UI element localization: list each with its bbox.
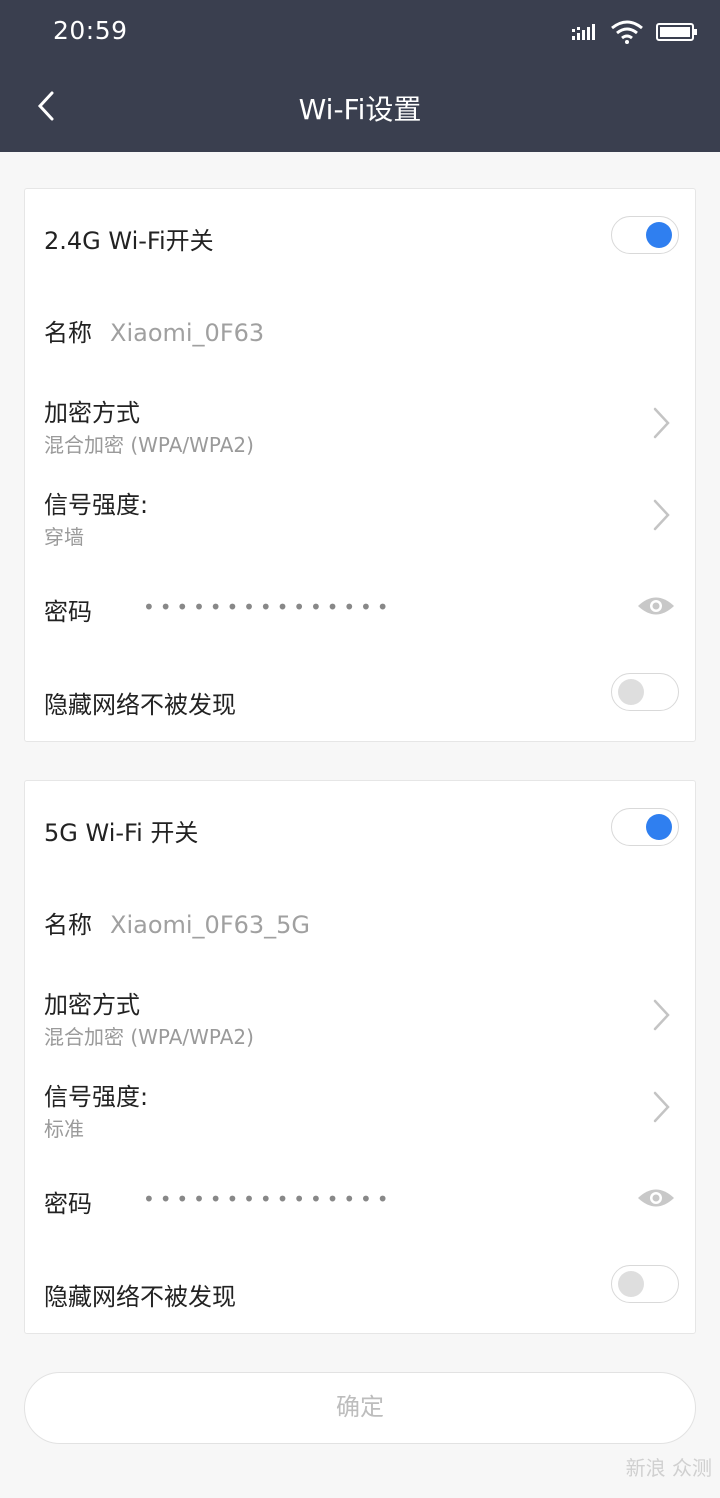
wifi-24g-password-field[interactable]: ••••••••••••••• xyxy=(143,595,393,619)
wifi-24g-encryption-row[interactable]: 加密方式 混合加密 (WPA/WPA2) xyxy=(25,373,697,465)
encryption-label: 加密方式 xyxy=(44,991,140,1019)
wifi-5g-name-row[interactable]: 名称 Xiaomi_0F63_5G xyxy=(25,873,697,965)
hide-network-label: 隐藏网络不被发现 xyxy=(44,1283,236,1311)
wifi-5g-hide-row: 隐藏网络不被发现 xyxy=(25,1241,697,1333)
battery-icon xyxy=(656,23,697,41)
wifi-24g-card: 2.4G Wi-Fi开关 名称 Xiaomi_0F63 加密方式 混合加密 (WP… xyxy=(24,188,696,742)
wifi-5g-password-field[interactable]: ••••••••••••••• xyxy=(143,1187,393,1211)
wifi-5g-toggle[interactable] xyxy=(611,808,679,846)
eye-icon[interactable] xyxy=(637,593,675,619)
status-time: 20:59 xyxy=(53,16,128,45)
hide-network-label: 隐藏网络不被发现 xyxy=(44,691,236,719)
wifi-24g-switch-label: 2.4G Wi-Fi开关 xyxy=(44,227,214,255)
confirm-button[interactable]: 确定 xyxy=(24,1372,696,1444)
password-label: 密码 xyxy=(44,1190,92,1218)
nav-bar: Wi-Fi设置 xyxy=(0,60,720,152)
toggle-knob xyxy=(618,1271,644,1297)
toggle-knob xyxy=(618,679,644,705)
wifi-24g-signal-row[interactable]: 信号强度: 穿墙 xyxy=(25,465,697,557)
wifi-5g-password-row: 密码 ••••••••••••••• xyxy=(25,1149,697,1241)
wifi-24g-hide-row: 隐藏网络不被发现 xyxy=(25,649,697,741)
wifi-5g-switch-row: 5G Wi-Fi 开关 xyxy=(25,781,697,873)
wifi-5g-encryption-value: 混合加密 (WPA/WPA2) xyxy=(44,1025,254,1049)
wifi-5g-card: 5G Wi-Fi 开关 名称 Xiaomi_0F63_5G 加密方式 混合加密 (… xyxy=(24,780,696,1334)
encryption-label: 加密方式 xyxy=(44,399,140,427)
wifi-24g-signal-value: 穿墙 xyxy=(44,525,84,549)
wifi-5g-name-value: Xiaomi_0F63_5G xyxy=(110,911,311,939)
wifi-24g-switch-row: 2.4G Wi-Fi开关 xyxy=(25,189,697,281)
signal-icon xyxy=(572,24,595,40)
signal-label: 信号强度: xyxy=(44,1083,149,1111)
toggle-knob xyxy=(646,222,672,248)
wifi-5g-signal-row[interactable]: 信号强度: 标准 xyxy=(25,1057,697,1149)
status-icons xyxy=(572,18,698,46)
wifi-5g-encryption-row[interactable]: 加密方式 混合加密 (WPA/WPA2) xyxy=(25,965,697,1057)
chevron-right-icon[interactable] xyxy=(649,1089,673,1125)
eye-icon[interactable] xyxy=(637,1185,675,1211)
chevron-right-icon[interactable] xyxy=(649,497,673,533)
wifi-24g-encryption-value: 混合加密 (WPA/WPA2) xyxy=(44,433,254,457)
chevron-right-icon[interactable] xyxy=(649,997,673,1033)
status-bar: 20:59 xyxy=(0,0,720,60)
chevron-right-icon[interactable] xyxy=(649,405,673,441)
wifi-24g-name-row[interactable]: 名称 Xiaomi_0F63 xyxy=(25,281,697,373)
wifi-24g-toggle[interactable] xyxy=(611,216,679,254)
wifi-5g-signal-value: 标准 xyxy=(44,1117,84,1141)
wifi-24g-password-row: 密码 ••••••••••••••• xyxy=(25,557,697,649)
wifi-icon xyxy=(611,20,643,44)
toggle-knob xyxy=(646,814,672,840)
password-label: 密码 xyxy=(44,598,92,626)
wifi-5g-switch-label: 5G Wi-Fi 开关 xyxy=(44,819,199,847)
wifi-24g-hide-toggle[interactable] xyxy=(611,673,679,711)
watermark: 新浪 众测 xyxy=(625,1456,712,1480)
page-title: Wi-Fi设置 xyxy=(298,93,422,126)
wifi-24g-name-value: Xiaomi_0F63 xyxy=(110,319,265,347)
wifi-5g-hide-toggle[interactable] xyxy=(611,1265,679,1303)
name-label: 名称 xyxy=(44,911,92,939)
signal-label: 信号强度: xyxy=(44,491,149,519)
name-label: 名称 xyxy=(44,319,92,347)
